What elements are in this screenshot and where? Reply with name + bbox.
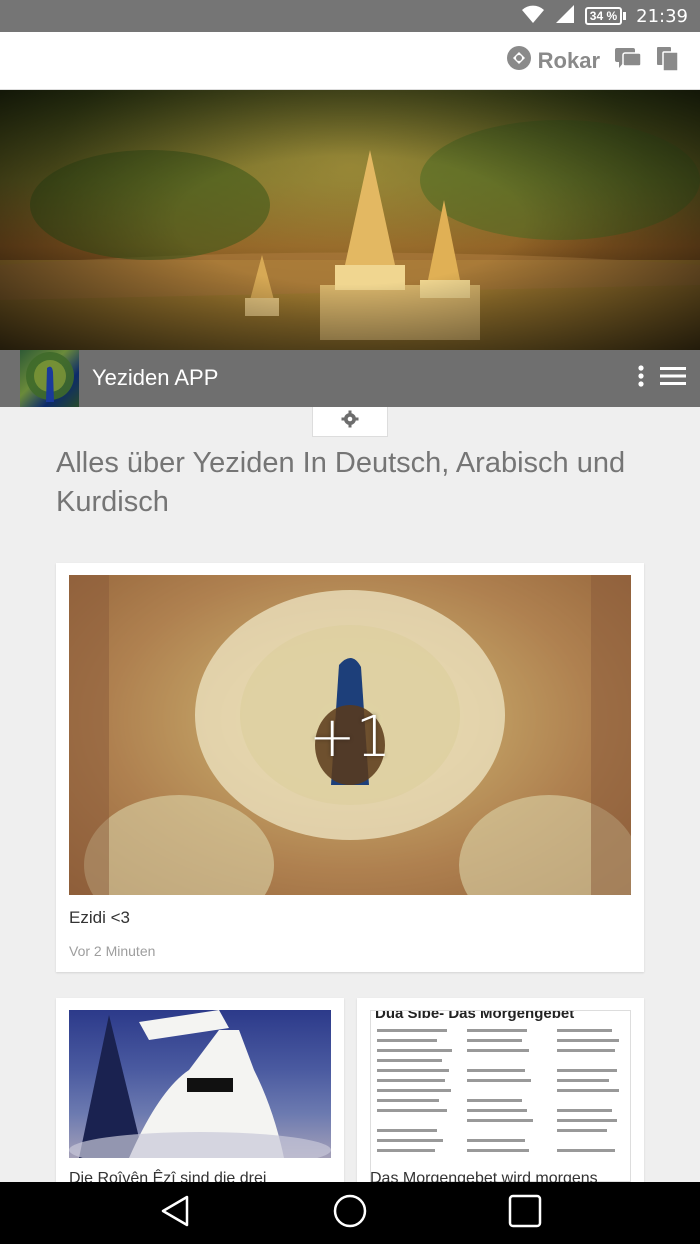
post-timestamp: Vor 2 Minuten (69, 943, 156, 959)
hamburger-menu-icon[interactable] (660, 366, 686, 391)
rokar-logo-icon (506, 45, 532, 77)
more-vert-icon[interactable] (636, 364, 646, 393)
system-nav-bar (0, 1182, 700, 1244)
page-headline: Alles über Yeziden In Deutsch, Arabisch … (56, 447, 626, 518)
signal-icon (555, 4, 575, 29)
wifi-icon (521, 4, 545, 29)
clock: 21:39 (636, 5, 688, 27)
post-card-3[interactable]: Dua Sibe- Das Morgengebet Das Morgengebe… (357, 998, 644, 1198)
more-images-count: +1 (308, 705, 392, 770)
rokar-button[interactable]: Rokar (506, 45, 600, 77)
pages-icon[interactable] (656, 46, 680, 77)
battery-level: 34 % (584, 7, 623, 25)
post-caption: Ezidi <3 (69, 908, 130, 927)
home-button[interactable] (310, 1182, 390, 1244)
post-image-peacock[interactable]: +1 (69, 575, 631, 895)
recents-button[interactable] (485, 1182, 565, 1244)
home-circle-icon (332, 1193, 368, 1234)
app-title: Yeziden APP (92, 365, 219, 390)
gear-icon (341, 410, 359, 433)
document-title: Dua Sibe- Das Morgengebet (375, 1010, 575, 1022)
app-avatar-peacock (20, 350, 79, 407)
post-image-document[interactable]: Dua Sibe- Das Morgengebet (370, 1010, 631, 1182)
recents-square-icon (508, 1194, 542, 1233)
back-button[interactable] (135, 1182, 215, 1244)
post-card-main[interactable]: +1 Ezidi <3 Vor 2 Minuten (56, 563, 644, 972)
post-image-figure[interactable] (69, 1010, 331, 1158)
app-title-bar: Yeziden APP (0, 350, 700, 407)
chat-icon[interactable] (614, 46, 642, 77)
settings-button[interactable] (312, 407, 388, 437)
battery-indicator: 34 % (584, 7, 627, 25)
post-card-2[interactable]: Die Roîvên Êzî sind die drei (56, 998, 344, 1198)
status-bar: 34 % 21:39 (0, 0, 700, 32)
hero-image-lalish (0, 90, 700, 350)
app-top-bar: Rokar (0, 32, 700, 90)
document-text (377, 1029, 624, 1181)
rokar-label: Rokar (537, 48, 600, 73)
back-triangle-icon (160, 1194, 190, 1233)
